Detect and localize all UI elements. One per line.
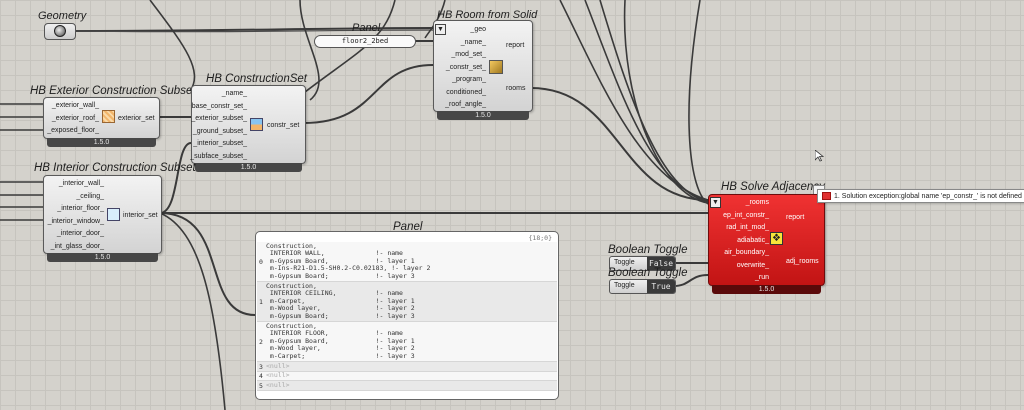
port-interior-wall[interactable]: _interior_wall_ (59, 179, 104, 188)
port-mod-set[interactable]: _mod_set_ (451, 50, 486, 59)
panel-row: 4 <null> (257, 371, 557, 382)
int-subset-component[interactable]: _interior_wall_ _ceiling_ _interior_floo… (43, 175, 162, 262)
panel-row-text: <null> (266, 361, 290, 370)
port-exterior-wall[interactable]: _exterior_wall_ (52, 101, 99, 110)
interior-set-icon (107, 208, 120, 221)
hb-room-version: 1.5.0 (437, 111, 529, 120)
port-roof-angle[interactable]: _roof_angle_ (445, 100, 486, 109)
port-interior-subset[interactable]: _interior_subset_ (193, 139, 247, 148)
port-report[interactable]: report (506, 41, 524, 50)
port-constr-set-out[interactable]: constr_set (267, 121, 299, 130)
ext-subset-title: HB Exterior Construction Subset (30, 85, 196, 97)
panel-row-index: 0 (259, 257, 263, 266)
panel-row: 0 Construction, INTERIOR WALL, !- name m-… (257, 242, 557, 282)
hb-room-component[interactable]: ▼ _geo _name_ _mod_set_ _constr_set_ _pr… (433, 20, 533, 120)
toggle2[interactable]: Toggle True (609, 279, 676, 294)
panel-row: 5 <null> (257, 381, 557, 391)
constr-set-version: 1.5.0 (195, 163, 302, 172)
port-run[interactable]: _run (755, 273, 769, 282)
port-interior-set[interactable]: interior_set (123, 211, 158, 220)
panel-row-index: 3 (259, 362, 263, 371)
port-interior-door[interactable]: _interior_door_ (57, 229, 104, 238)
panel-row: 2 Construction, INTERIOR FLOOR, !- name m… (257, 322, 557, 362)
port-base-constr-set[interactable]: base_constr_set_ (192, 102, 247, 111)
collapse-icon[interactable]: ▼ (710, 197, 721, 208)
port-exterior-set[interactable]: exterior_set (118, 114, 155, 123)
error-message: 1. Solution exception:global name 'ep_co… (834, 192, 1022, 200)
port-rad-int-mod[interactable]: rad_int_mod_ (726, 223, 769, 232)
ext-subset-version: 1.5.0 (47, 138, 156, 147)
port-program[interactable]: _program_ (452, 75, 486, 84)
port-interior-window[interactable]: _interior_window_ (48, 217, 104, 226)
toggle1-label: Toggle (614, 259, 635, 266)
port-ceiling[interactable]: _ceiling_ (76, 192, 104, 201)
port-int-glass-door[interactable]: _int_glass_door_ (51, 242, 104, 251)
geometry-title: Geometry (38, 10, 87, 22)
int-subset-title: HB Interior Construction Subset (34, 162, 196, 174)
panel-small-title: Panel (352, 22, 381, 34)
port-report-out[interactable]: report (786, 213, 804, 222)
ext-subset-component[interactable]: _exterior_wall_ _exterior_roof_ _exposed… (43, 97, 160, 147)
toggle1-title: Boolean Toggle (608, 244, 688, 256)
mouse-cursor-icon (815, 150, 824, 162)
solve-adj-component[interactable]: ▼ _rooms ep_int_constr_ rad_int_mod_ adi… (708, 194, 825, 294)
toggle2-label: Toggle (614, 282, 635, 289)
panel-row: 3 <null> (257, 362, 557, 372)
toggle2-value[interactable]: True (647, 280, 675, 293)
port-interior-floor[interactable]: _interior_floor_ (57, 204, 104, 213)
port-rooms[interactable]: rooms (506, 84, 525, 93)
panel-row-index: 1 (259, 297, 263, 306)
panel-small-value: floor2_2bed (341, 37, 389, 45)
port-overwrite[interactable]: overwrite_ (737, 261, 769, 270)
collapse-icon[interactable]: ▼ (435, 24, 446, 35)
port-cs-name[interactable]: _name_ (222, 89, 247, 98)
panel-row-index: 4 (259, 372, 263, 381)
sphere-icon (54, 25, 66, 37)
port-rooms-in[interactable]: _rooms (746, 198, 769, 207)
panel-row-text: m-Gypsum Board; !- layer 3 (266, 271, 415, 280)
port-exterior-roof[interactable]: _exterior_roof_ (52, 114, 99, 123)
solve-adj-title: HB Solve Adjacency (721, 181, 825, 193)
port-adj-rooms[interactable]: adj_rooms (786, 257, 819, 266)
adjacency-icon: ❖ (770, 232, 783, 245)
port-subface-subset[interactable]: _subface_subset_ (190, 152, 247, 161)
port-adiabatic[interactable]: adiabatic_ (737, 236, 769, 245)
port-geo[interactable]: _geo (470, 25, 486, 34)
geometry-param[interactable] (44, 23, 76, 40)
panel-row-text: <null> (266, 371, 290, 380)
port-exterior-subset[interactable]: _exterior_subset_ (191, 114, 247, 123)
error-icon (822, 192, 831, 200)
int-subset-version: 1.5.0 (47, 253, 158, 262)
panel-row: 1 Construction, INTERIOR CEILING, !- name… (257, 282, 557, 322)
port-exposed-floor[interactable]: _exposed_floor_ (47, 126, 99, 135)
port-conditioned[interactable]: conditioned_ (446, 88, 486, 97)
panel-rows: 0 Construction, INTERIOR WALL, !- name m-… (257, 242, 557, 397)
panel-row-text: m-Gypsum Board; !- layer 3 (266, 311, 415, 320)
panel-small[interactable]: floor2_2bed (314, 35, 416, 48)
constr-set-title: HB ConstructionSet (206, 73, 307, 85)
panel-row-index: 5 (259, 381, 263, 390)
toggle2-title: Boolean Toggle (608, 267, 688, 279)
panel-big-header: {18;0} (528, 234, 552, 242)
port-air-boundary[interactable]: air_boundary_ (724, 248, 769, 257)
panel-big[interactable]: {18;0} 0 Construction, INTERIOR WALL, !- … (255, 231, 559, 400)
constr-set-component[interactable]: _name_ base_constr_set_ _exterior_subset… (190, 85, 306, 172)
hb-room-icon (489, 60, 503, 74)
panel-row-text: m-Carpet; !- layer 3 (266, 351, 415, 360)
error-tooltip: 1. Solution exception:global name 'ep_co… (817, 189, 1024, 203)
solve-adj-version: 1.5.0 (712, 285, 821, 294)
port-ground-subset[interactable]: _ground_subset_ (193, 127, 247, 136)
port-constr-set[interactable]: _constr_set_ (446, 63, 486, 72)
panel-row-index: 2 (259, 337, 263, 346)
constr-set-icon (250, 118, 263, 131)
exterior-set-icon (102, 110, 115, 123)
port-name[interactable]: _name_ (461, 38, 486, 47)
panel-row-text: <null> (266, 380, 290, 389)
port-ep-int-constr[interactable]: ep_int_constr_ (723, 211, 769, 220)
